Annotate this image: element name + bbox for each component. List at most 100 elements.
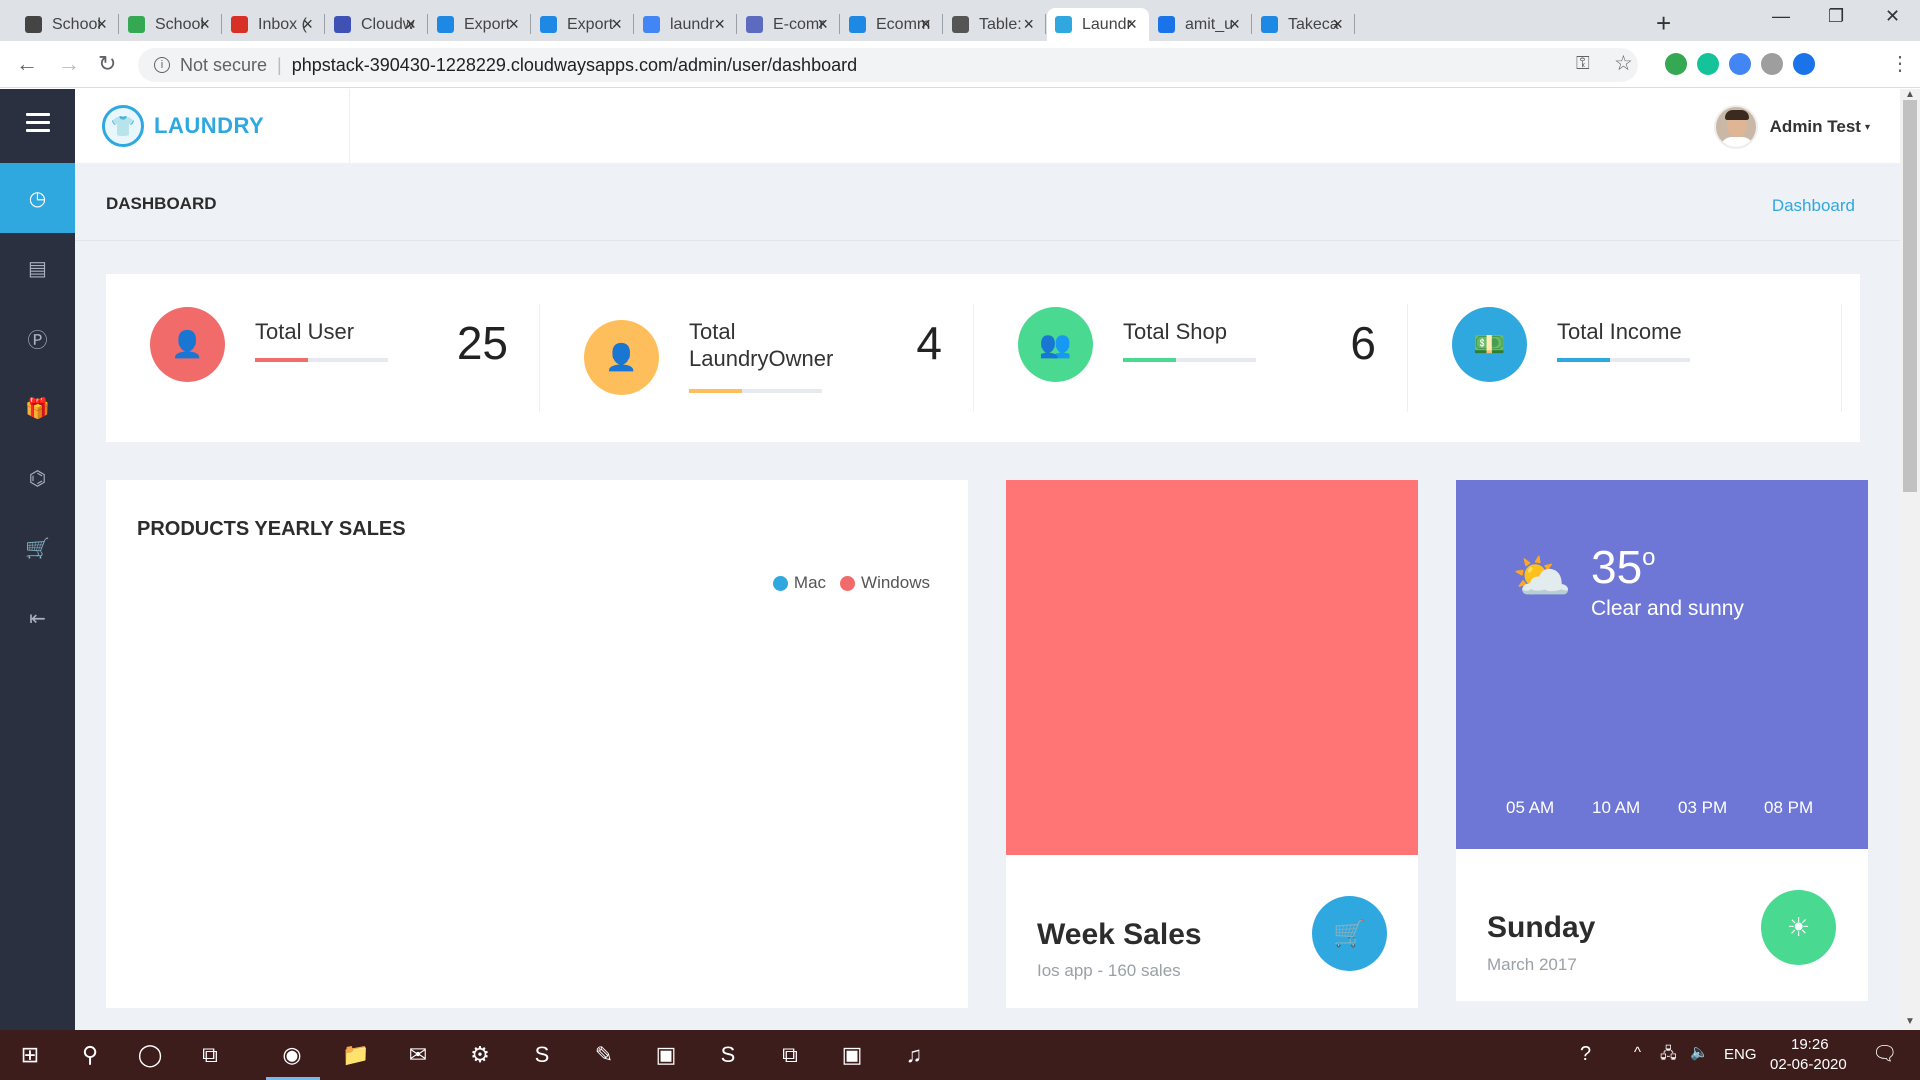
settings-icon[interactable]: ⚙ — [464, 1039, 496, 1071]
browser-tab[interactable]: Inbox (× — [223, 8, 325, 41]
browser-tab[interactable]: Takeca × — [1253, 8, 1355, 41]
cortana-icon[interactable]: ◯ — [134, 1039, 166, 1071]
scroll-down-arrow[interactable]: ▼ — [1905, 1016, 1915, 1027]
info-icon[interactable]: i — [154, 57, 170, 73]
extension-icon[interactable] — [1761, 53, 1783, 75]
browser-tab[interactable]: Table: × — [944, 8, 1046, 41]
help-icon[interactable]: ? — [1580, 1043, 1591, 1066]
omnibox[interactable]: i Not secure | phpstack-390430-1228229.c… — [138, 48, 1638, 82]
stat-icon-circle: 👤 — [150, 307, 225, 382]
close-tab-icon[interactable]: × — [302, 14, 313, 35]
tab-separator — [221, 14, 222, 34]
stat-progress-track — [1123, 358, 1256, 362]
sidebar: ◷ ▤ Ⓟ 🎁 ⌬ 🛒 ⇤ — [0, 89, 75, 1030]
extension-icon[interactable] — [1729, 53, 1751, 75]
sidebar-item[interactable]: 🛒 — [0, 513, 75, 583]
user-name[interactable]: Admin Test — [1770, 117, 1861, 137]
url-text[interactable]: phpstack-390430-1228229.cloudwaysapps.co… — [292, 55, 857, 76]
network-icon[interactable]: ⧉ — [774, 1039, 806, 1071]
chevron-down-icon[interactable]: ▾ — [1865, 122, 1870, 133]
stat-progress-track — [1557, 358, 1690, 362]
extension-icon[interactable] — [1697, 53, 1719, 75]
weather-time: 05 AM — [1506, 798, 1555, 817]
language-indicator[interactable]: ENG — [1724, 1046, 1757, 1063]
sidebar-item[interactable]: ⇤ — [0, 583, 75, 653]
close-tab-icon[interactable]: × — [96, 14, 107, 35]
browser-tab[interactable]: laundr × — [635, 8, 737, 41]
browser-tab[interactable]: amit_u × — [1150, 8, 1252, 41]
browser-tab[interactable]: E-comr × — [738, 8, 840, 41]
itunes-icon[interactable]: ♫ — [898, 1039, 930, 1071]
hamburger-icon[interactable] — [26, 113, 50, 137]
app-icon[interactable]: ▣ — [836, 1039, 868, 1071]
avatar[interactable] — [1713, 105, 1758, 149]
file-explorer-icon[interactable]: 📁 — [340, 1039, 372, 1071]
close-tab-icon[interactable]: × — [199, 14, 210, 35]
close-tab-icon[interactable]: × — [920, 14, 931, 35]
security-label[interactable]: Not secure — [180, 55, 267, 76]
browser-tab[interactable]: Export × — [429, 8, 531, 41]
network-icon[interactable]: 🖧 — [1660, 1043, 1677, 1068]
sidebar-item[interactable]: ⌬ — [0, 443, 75, 513]
browser-menu-icon[interactable]: ⋮ — [1890, 51, 1910, 76]
page-scrollbar[interactable]: ▲ ▼ — [1900, 89, 1920, 1030]
close-window-button[interactable]: ✕ — [1885, 6, 1900, 27]
browser-tab[interactable]: Ecomm × — [841, 8, 943, 41]
notepad-icon[interactable]: ✎ — [588, 1039, 620, 1071]
user-menu[interactable]: Admin Test ▾ — [1713, 105, 1870, 149]
clock-time[interactable]: 19:26 — [1791, 1036, 1829, 1053]
legend-dot — [772, 575, 788, 591]
back-button[interactable]: ← — [16, 51, 38, 77]
close-tab-icon[interactable]: × — [405, 14, 416, 35]
app-icon[interactable]: ▣ — [650, 1039, 682, 1071]
clock-date[interactable]: 02-06-2020 — [1770, 1056, 1847, 1073]
volume-icon[interactable]: 🔈 — [1690, 1043, 1709, 1061]
sidebar-item[interactable]: ▤ — [0, 233, 75, 303]
close-tab-icon[interactable]: × — [1332, 14, 1343, 35]
minimize-button[interactable]: — — [1772, 6, 1790, 27]
close-tab-icon[interactable]: × — [714, 14, 725, 35]
browser-tab[interactable]: Cloudw × — [326, 8, 428, 41]
browser-tab[interactable]: School × — [17, 8, 119, 41]
task-view-icon[interactable]: ⧉ — [194, 1039, 226, 1071]
search-icon[interactable]: ⚲ — [74, 1039, 106, 1071]
outlook-icon[interactable]: ✉ — [402, 1039, 434, 1071]
close-tab-icon[interactable]: × — [1229, 14, 1240, 35]
browser-tab[interactable]: Export × — [532, 8, 634, 41]
stat-label: Total Income — [1557, 319, 1682, 344]
sun-button[interactable]: ☀ — [1761, 890, 1836, 965]
scroll-up-arrow[interactable]: ▲ — [1905, 89, 1915, 100]
sidebar-item[interactable]: Ⓟ — [0, 303, 75, 373]
browser-tab[interactable]: School × — [120, 8, 222, 41]
extension-icon[interactable] — [1793, 53, 1815, 75]
key-icon[interactable]: ⚿ — [1576, 53, 1590, 74]
skype-icon[interactable]: S — [526, 1039, 558, 1071]
close-tab-icon[interactable]: × — [1023, 14, 1034, 35]
reload-button[interactable]: ↻ — [98, 51, 116, 77]
breadcrumb[interactable]: Dashboard — [1772, 196, 1855, 216]
logo[interactable]: 👕 LAUNDRY — [75, 89, 350, 163]
maximize-button[interactable]: ❐ — [1828, 6, 1844, 27]
close-tab-icon[interactable]: × — [611, 14, 622, 35]
chrome-icon[interactable]: ◉ — [276, 1039, 308, 1071]
sidebar-item[interactable]: 🎁 — [0, 373, 75, 443]
extension-icon[interactable] — [1665, 53, 1687, 75]
sublime-icon[interactable]: S — [712, 1039, 744, 1071]
new-tab-button[interactable]: + — [1656, 8, 1671, 39]
close-tab-icon[interactable]: × — [817, 14, 828, 35]
weather-panel: ⛅ 35o Clear and sunny 05 AM 10 AM 03 PM 08 … — [1456, 480, 1868, 849]
windows-start-icon[interactable]: ⊞ — [14, 1039, 46, 1071]
tab-favicon-icon — [643, 16, 660, 33]
star-icon[interactable]: ☆ — [1614, 51, 1633, 76]
day-title: Sunday — [1487, 911, 1596, 944]
cart-button[interactable]: 🛒 — [1312, 896, 1387, 971]
stat-icon-circle: 👤 — [584, 320, 659, 395]
notification-icon[interactable]: 🗨 — [1872, 1041, 1897, 1066]
close-tab-icon[interactable]: × — [508, 14, 519, 35]
scrollbar-thumb[interactable] — [1903, 100, 1917, 492]
sidebar-item[interactable]: ◷ — [0, 163, 75, 233]
forward-button[interactable]: → — [58, 51, 80, 77]
browser-tab[interactable]: Laundr × — [1047, 8, 1149, 41]
chevron-up-icon[interactable]: ^ — [1634, 1044, 1641, 1061]
close-tab-icon[interactable]: × — [1126, 14, 1137, 35]
